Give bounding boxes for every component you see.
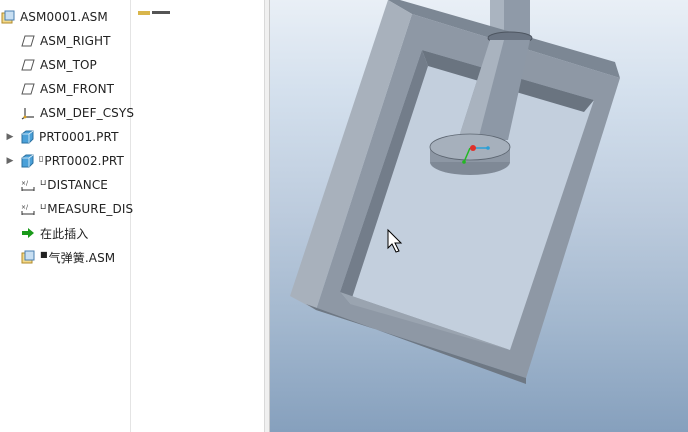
tree-item-asm-front[interactable]: ASM_FRONT: [20, 77, 150, 101]
expand-arrow-icon[interactable]: ▶: [5, 156, 15, 166]
expand-arrow-icon[interactable]: ▶: [5, 132, 15, 142]
svg-text:×/: ×/: [21, 204, 29, 211]
assembly-icon: [0, 9, 16, 25]
csys-origin: [470, 145, 476, 151]
model-tree-panel: ASM0001.ASM ASM_RIGHT ASM_TOP ASM_FRONT …: [0, 0, 264, 432]
tree-item-label: ASM_FRONT: [40, 82, 115, 96]
measure-icon: ×/: [20, 177, 36, 193]
tree-item-insert-here[interactable]: 在此插入: [20, 221, 150, 245]
csys-icon: [20, 105, 36, 121]
svg-text:×/: ×/: [21, 180, 29, 187]
tree-item-label: ASM0001.ASM: [20, 10, 108, 24]
tree-item-label: ASM_TOP: [40, 58, 97, 72]
tree-item-label: 气弹簧.ASM: [48, 250, 116, 265]
tree-item-label: MEASURE_DIS: [47, 202, 134, 216]
tree-item-label: 在此插入: [40, 226, 89, 241]
tree-item-asm-top[interactable]: ASM_TOP: [20, 53, 150, 77]
tree-item-distance[interactable]: ×/ ⊔ DISTANCE: [20, 173, 150, 197]
tree-item-prt0002[interactable]: ▶ ▯ PRT0002.PRT: [5, 149, 135, 173]
status-prefix-icon: ▯: [39, 153, 44, 163]
status-prefix-icon: ⊔: [40, 177, 47, 187]
datum-plane-icon: [20, 81, 36, 97]
assembly-icon: [20, 249, 36, 265]
tree-item-measure-dis[interactable]: ×/ ⊔ MEASURE_DIS: [20, 197, 150, 221]
graphics-viewport[interactable]: [270, 0, 688, 432]
tree-item-label: DISTANCE: [47, 178, 108, 192]
part-icon: [19, 153, 35, 169]
tree-item-label: ASM_DEF_CSYS: [40, 106, 135, 120]
tree-item-asm-def-csys[interactable]: ASM_DEF_CSYS: [20, 101, 150, 125]
tree-item-label: PRT0002.PRT: [44, 154, 124, 168]
datum-plane-icon: [20, 33, 36, 49]
measure-icon: ×/: [20, 201, 36, 217]
tree-item-prt0001[interactable]: ▶ PRT0001.PRT: [5, 125, 135, 149]
status-prefix-icon: ■: [40, 249, 48, 259]
3d-model-view: [290, 0, 620, 384]
datum-plane-icon: [20, 57, 36, 73]
tree-item-asm-right[interactable]: ASM_RIGHT: [20, 29, 150, 53]
tree-item-label: ASM_RIGHT: [40, 34, 111, 48]
part-icon: [19, 129, 35, 145]
tree-item-asm0001[interactable]: ASM0001.ASM: [0, 5, 130, 29]
tree-item-label: PRT0001.PRT: [39, 130, 119, 144]
tree-header-stub: [138, 0, 174, 15]
insert-here-arrow-icon: [20, 225, 36, 241]
tree-item-gas-spring-asm[interactable]: ■ 气弹簧.ASM: [20, 245, 150, 269]
status-prefix-icon: ⊔: [40, 201, 47, 211]
